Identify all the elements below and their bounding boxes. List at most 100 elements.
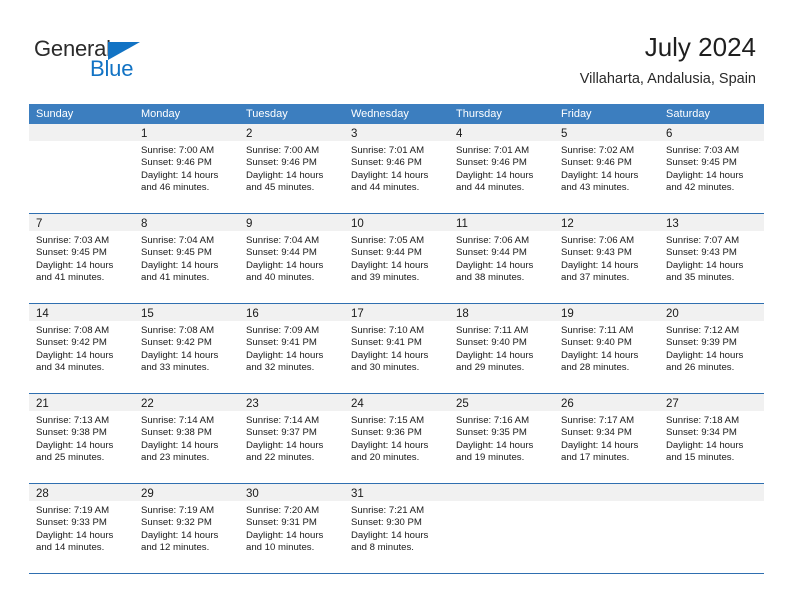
day-info-line: Sunrise: 7:08 AM [36, 325, 110, 336]
day-cell-body [659, 501, 764, 505]
day-cell[interactable]: 1 Sunrise: 7:00 AM Sunset: 9:46 PM Daylight… [134, 124, 239, 213]
day-info-line: Sunrise: 7:00 AM [141, 145, 215, 156]
day-number: 6 [666, 128, 673, 140]
day-number: 16 [246, 308, 259, 320]
day-cell[interactable]: 17 Sunrise: 7:10 AM Sunset: 9:41 PM Dayligh… [344, 304, 449, 393]
day-number: 9 [246, 218, 253, 230]
day-number: 23 [246, 398, 259, 410]
day-info-line: and 43 minutes. [561, 182, 630, 194]
day-number-band: 16 [239, 304, 344, 321]
day-info-line: Sunset: 9:45 PM [36, 247, 107, 259]
day-cell-body: Sunrise: 7:08 AM Sunset: 9:42 PM Daylight:… [134, 321, 239, 375]
day-info-line: Sunset: 9:36 PM [351, 427, 422, 439]
day-info-line: Sunrise: 7:12 AM [666, 325, 740, 336]
day-number-band: 19 [554, 304, 659, 321]
day-number-band [449, 484, 554, 501]
day-number: 29 [141, 488, 154, 500]
day-cell[interactable]: 18 Sunrise: 7:11 AM Sunset: 9:40 PM Dayligh… [449, 304, 554, 393]
day-info-line: Sunset: 9:42 PM [141, 337, 212, 349]
day-info-line: Daylight: 14 hours [36, 349, 114, 361]
day-info-line: Daylight: 14 hours [36, 439, 114, 451]
day-info-line: and 41 minutes. [141, 272, 210, 284]
day-cell[interactable]: 2 Sunrise: 7:00 AM Sunset: 9:46 PM Daylight… [239, 124, 344, 213]
day-cell[interactable]: 30 Sunrise: 7:20 AM Sunset: 9:31 PM Dayligh… [239, 484, 344, 573]
day-info-line: and 14 minutes. [36, 542, 105, 554]
day-info-line: Sunset: 9:43 PM [561, 247, 632, 259]
day-info-line: Daylight: 14 hours [36, 259, 114, 271]
day-number-band: 21 [29, 394, 134, 411]
day-info-line: Daylight: 14 hours [666, 439, 744, 451]
day-info-line: and 46 minutes. [141, 182, 210, 194]
day-cell[interactable]: 11 Sunrise: 7:06 AM Sunset: 9:44 PM Dayligh… [449, 214, 554, 303]
day-info-line: Daylight: 14 hours [351, 439, 429, 451]
brand-logo[interactable]: General Blue [34, 36, 264, 88]
day-cell[interactable]: 21 Sunrise: 7:13 AM Sunset: 9:38 PM Dayligh… [29, 394, 134, 483]
day-info-line: Daylight: 14 hours [36, 529, 114, 541]
day-cell-body: Sunrise: 7:05 AM Sunset: 9:44 PM Daylight:… [344, 231, 449, 285]
calendar-week-row: 7 Sunrise: 7:03 AM Sunset: 9:45 PM Daylight… [29, 213, 764, 303]
day-info-line: and 12 minutes. [141, 542, 210, 554]
day-number-band: 6 [659, 124, 764, 141]
day-info-line: Sunset: 9:44 PM [246, 247, 317, 259]
day-number-band: 8 [134, 214, 239, 231]
day-cell[interactable]: 22 Sunrise: 7:14 AM Sunset: 9:38 PM Dayligh… [134, 394, 239, 483]
page-header: General Blue July 2024 Villaharta, Andal… [0, 0, 792, 100]
calendar-week-row: 1 Sunrise: 7:00 AM Sunset: 9:46 PM Daylight… [29, 124, 764, 213]
day-cell[interactable]: 8 Sunrise: 7:04 AM Sunset: 9:45 PM Daylight… [134, 214, 239, 303]
day-number-band: 5 [554, 124, 659, 141]
day-cell[interactable]: 24 Sunrise: 7:15 AM Sunset: 9:36 PM Dayligh… [344, 394, 449, 483]
day-number-band: 4 [449, 124, 554, 141]
day-cell-body: Sunrise: 7:16 AM Sunset: 9:35 PM Daylight:… [449, 411, 554, 465]
day-cell[interactable]: 6 Sunrise: 7:03 AM Sunset: 9:45 PM Daylight… [659, 124, 764, 213]
day-number-band: 25 [449, 394, 554, 411]
day-cell[interactable]: 5 Sunrise: 7:02 AM Sunset: 9:46 PM Daylight… [554, 124, 659, 213]
day-info-line: Sunset: 9:38 PM [141, 427, 212, 439]
day-info-line: and 17 minutes. [561, 452, 630, 464]
day-cell[interactable]: 26 Sunrise: 7:17 AM Sunset: 9:34 PM Dayligh… [554, 394, 659, 483]
day-info-line: and 26 minutes. [666, 362, 735, 374]
day-info-line: Sunset: 9:45 PM [666, 157, 737, 169]
day-cell[interactable]: 27 Sunrise: 7:18 AM Sunset: 9:34 PM Dayligh… [659, 394, 764, 483]
day-cell[interactable]: 19 Sunrise: 7:11 AM Sunset: 9:40 PM Dayligh… [554, 304, 659, 393]
day-info-line: Sunrise: 7:16 AM [456, 415, 530, 426]
day-cell[interactable]: 15 Sunrise: 7:08 AM Sunset: 9:42 PM Dayligh… [134, 304, 239, 393]
day-info-line: Sunrise: 7:01 AM [456, 145, 530, 156]
day-cell-body [554, 501, 659, 505]
day-cell[interactable]: 10 Sunrise: 7:05 AM Sunset: 9:44 PM Dayligh… [344, 214, 449, 303]
day-info-line: Daylight: 14 hours [456, 349, 534, 361]
day-info-line: Sunrise: 7:19 AM [36, 505, 110, 516]
day-info-line: Sunset: 9:45 PM [141, 247, 212, 259]
day-info-line: Daylight: 14 hours [351, 349, 429, 361]
day-cell[interactable]: 12 Sunrise: 7:06 AM Sunset: 9:43 PM Dayligh… [554, 214, 659, 303]
calendar-week-row: 28 Sunrise: 7:19 AM Sunset: 9:33 PM Dayligh… [29, 483, 764, 573]
day-cell[interactable]: 7 Sunrise: 7:03 AM Sunset: 9:45 PM Daylight… [29, 214, 134, 303]
day-cell[interactable]: 25 Sunrise: 7:16 AM Sunset: 9:35 PM Dayligh… [449, 394, 554, 483]
day-cell[interactable]: 3 Sunrise: 7:01 AM Sunset: 9:46 PM Daylight… [344, 124, 449, 213]
day-info-line: and 42 minutes. [666, 182, 735, 194]
day-cell[interactable]: 13 Sunrise: 7:07 AM Sunset: 9:43 PM Dayligh… [659, 214, 764, 303]
day-cell[interactable]: 4 Sunrise: 7:01 AM Sunset: 9:46 PM Daylight… [449, 124, 554, 213]
day-cell-body: Sunrise: 7:14 AM Sunset: 9:38 PM Daylight:… [134, 411, 239, 465]
day-cell[interactable]: 9 Sunrise: 7:04 AM Sunset: 9:44 PM Daylight… [239, 214, 344, 303]
day-cell-body: Sunrise: 7:12 AM Sunset: 9:39 PM Daylight:… [659, 321, 764, 375]
day-info-line: Sunrise: 7:18 AM [666, 415, 740, 426]
day-cell[interactable]: 31 Sunrise: 7:21 AM Sunset: 9:30 PM Dayligh… [344, 484, 449, 573]
day-cell[interactable]: 23 Sunrise: 7:14 AM Sunset: 9:37 PM Dayligh… [239, 394, 344, 483]
day-cell-body: Sunrise: 7:11 AM Sunset: 9:40 PM Daylight:… [554, 321, 659, 375]
day-info-line: Daylight: 14 hours [141, 169, 219, 181]
day-cell-body: Sunrise: 7:17 AM Sunset: 9:34 PM Daylight:… [554, 411, 659, 465]
day-cell[interactable]: 20 Sunrise: 7:12 AM Sunset: 9:39 PM Dayligh… [659, 304, 764, 393]
day-cell[interactable]: 14 Sunrise: 7:08 AM Sunset: 9:42 PM Dayligh… [29, 304, 134, 393]
day-info-line: Sunrise: 7:00 AM [246, 145, 320, 156]
day-info-line: Daylight: 14 hours [246, 259, 324, 271]
day-info-line: Sunrise: 7:03 AM [36, 235, 110, 246]
calendar-weeks: 1 Sunrise: 7:00 AM Sunset: 9:46 PM Daylight… [29, 124, 764, 573]
day-info-line: Daylight: 14 hours [351, 169, 429, 181]
day-number: 25 [456, 398, 469, 410]
day-cell-body: Sunrise: 7:13 AM Sunset: 9:38 PM Daylight:… [29, 411, 134, 465]
day-number-band: 1 [134, 124, 239, 141]
day-info-line: Sunrise: 7:04 AM [141, 235, 215, 246]
day-cell[interactable]: 16 Sunrise: 7:09 AM Sunset: 9:41 PM Dayligh… [239, 304, 344, 393]
day-cell[interactable]: 29 Sunrise: 7:19 AM Sunset: 9:32 PM Dayligh… [134, 484, 239, 573]
day-cell[interactable]: 28 Sunrise: 7:19 AM Sunset: 9:33 PM Dayligh… [29, 484, 134, 573]
